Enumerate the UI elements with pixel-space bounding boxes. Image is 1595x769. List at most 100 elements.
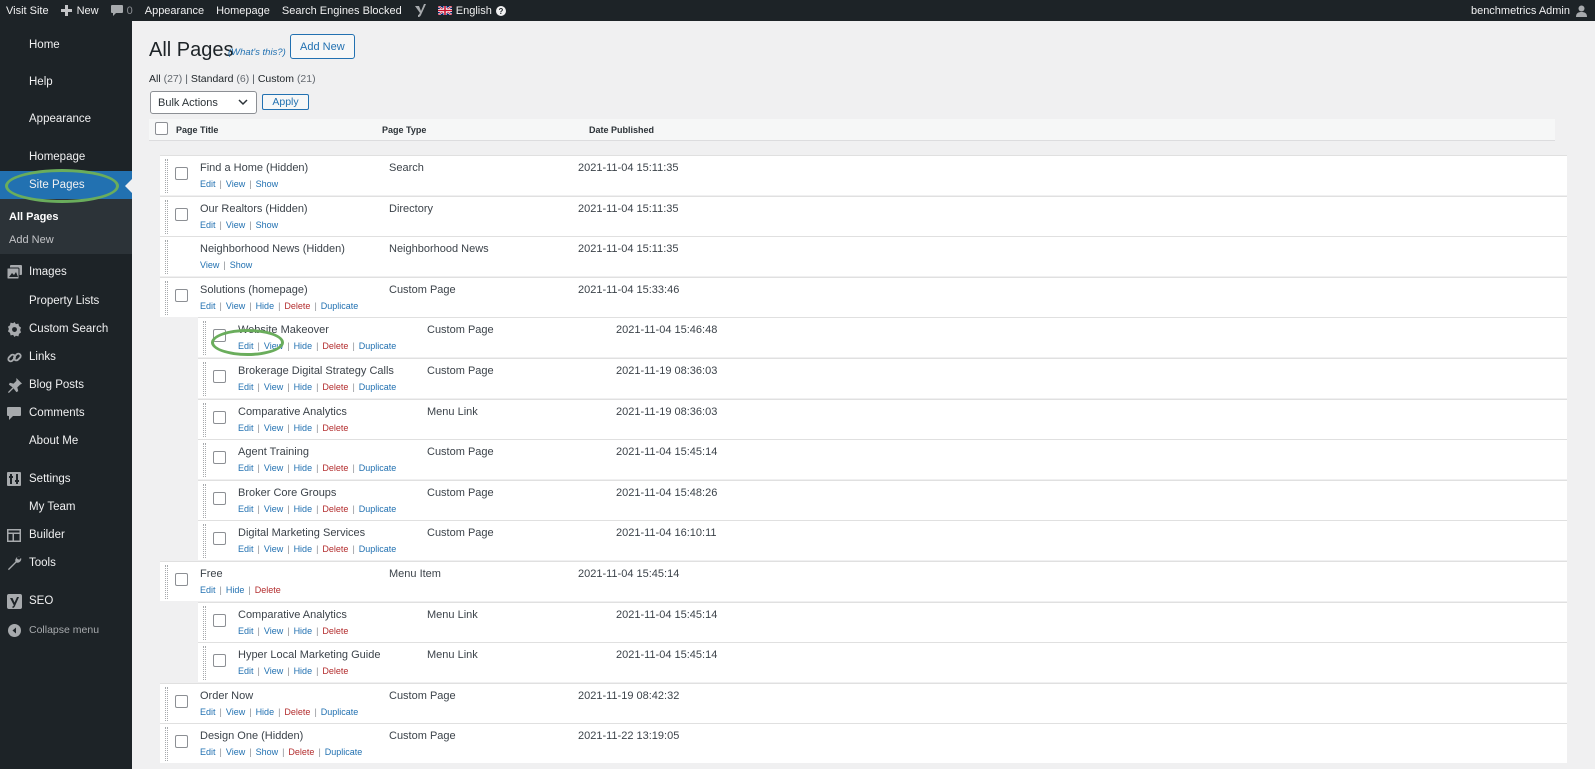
row-checkbox[interactable] (213, 370, 226, 383)
row-action-hide-link[interactable]: Hide (294, 666, 313, 676)
row-checkbox[interactable] (213, 451, 226, 465)
bulk-actions-select[interactable]: Bulk Actions (150, 91, 257, 114)
yoast-menu[interactable] (408, 0, 432, 21)
row-action-delete-link[interactable]: Delete (322, 666, 348, 676)
row-checkbox[interactable] (175, 694, 188, 708)
row-action-view-link[interactable]: View (226, 179, 245, 189)
row-action-duplicate-link[interactable]: Duplicate (359, 504, 397, 514)
row-action-edit-link[interactable]: Edit (200, 585, 216, 595)
row-action-show-link[interactable]: Show (256, 747, 279, 757)
homepage-link[interactable]: Homepage (210, 0, 276, 21)
row-checkbox[interactable] (175, 207, 188, 221)
row-checkbox[interactable] (213, 654, 226, 668)
menu-settings[interactable]: Settings (0, 465, 132, 493)
row-action-view-link[interactable]: View (264, 504, 283, 514)
row-action-view-link[interactable]: View (264, 544, 283, 554)
row-title[interactable]: Comparative Analytics (238, 609, 347, 621)
comments-link[interactable]: 0 (105, 0, 139, 21)
menu-blog-posts[interactable]: Blog Posts (0, 371, 132, 399)
row-action-delete-link[interactable]: Delete (322, 504, 348, 514)
row-action-edit-link[interactable]: Edit (200, 747, 216, 757)
drag-handle[interactable] (203, 524, 206, 559)
add-new-button[interactable]: Add New (290, 34, 355, 59)
drag-handle[interactable] (165, 727, 168, 762)
filter-custom[interactable]: Custom (258, 73, 294, 85)
row-action-edit-link[interactable]: Edit (238, 504, 254, 514)
row-action-edit-link[interactable]: Edit (238, 423, 254, 433)
row-action-view-link[interactable]: View (264, 666, 283, 676)
row-action-edit-link[interactable]: Edit (238, 666, 254, 676)
menu-links[interactable]: Links (0, 343, 132, 371)
column-page-type[interactable]: Page Type (382, 125, 426, 135)
filter-standard[interactable]: Standard (191, 73, 234, 85)
menu-homepage[interactable]: Homepage (0, 143, 132, 171)
row-action-hide-link[interactable]: Hide (294, 463, 313, 473)
row-action-delete-link[interactable]: Delete (322, 544, 348, 554)
row-title[interactable]: Digital Marketing Services (238, 527, 365, 539)
menu-help[interactable]: Help (0, 68, 132, 96)
drag-handle[interactable] (165, 565, 168, 599)
filter-all[interactable]: All (149, 73, 161, 85)
row-action-hide-link[interactable]: Hide (294, 544, 313, 554)
row-action-edit-link[interactable]: Edit (238, 463, 254, 473)
row-action-delete-link[interactable]: Delete (284, 301, 310, 311)
drag-handle[interactable] (165, 199, 168, 234)
menu-property-lists[interactable]: Property Lists (0, 287, 132, 315)
row-action-hide-link[interactable]: Hide (256, 707, 275, 717)
menu-my-team[interactable]: My Team (0, 493, 132, 521)
row-checkbox[interactable] (213, 532, 226, 546)
menu-tools[interactable]: Tools (0, 549, 132, 577)
row-action-edit-link[interactable]: Edit (200, 179, 216, 189)
row-action-view-link[interactable]: View (226, 707, 245, 717)
row-title[interactable]: Hyper Local Marketing Guide (238, 649, 380, 661)
row-title[interactable]: Broker Core Groups (238, 487, 336, 499)
row-action-duplicate-link[interactable]: Duplicate (359, 463, 397, 473)
row-action-delete-link[interactable]: Delete (322, 463, 348, 473)
drag-handle[interactable] (203, 443, 206, 478)
new-content-menu[interactable]: New (55, 0, 105, 21)
row-action-edit-link[interactable]: Edit (238, 544, 254, 554)
row-action-hide-link[interactable]: Hide (294, 382, 313, 392)
row-title[interactable]: Comparative Analytics (238, 406, 347, 418)
row-title[interactable]: Design One (Hidden) (200, 730, 303, 742)
row-action-view-link[interactable]: View (264, 341, 283, 351)
appearance-link[interactable]: Appearance (139, 0, 210, 21)
row-action-view-link[interactable]: View (264, 382, 283, 392)
menu-about-me[interactable]: About Me (0, 427, 132, 455)
apply-button[interactable]: Apply (262, 94, 309, 110)
row-checkbox[interactable] (175, 288, 188, 302)
select-all-checkbox[interactable] (155, 122, 168, 135)
row-action-duplicate-link[interactable]: Duplicate (359, 544, 397, 554)
row-checkbox[interactable] (175, 573, 188, 586)
menu-seo[interactable]: SEO (0, 587, 132, 615)
row-action-delete-link[interactable]: Delete (288, 747, 314, 757)
row-checkbox[interactable] (175, 735, 188, 749)
menu-site-pages[interactable]: Site Pages (0, 171, 132, 199)
drag-handle[interactable] (203, 605, 206, 640)
row-action-delete-link[interactable]: Delete (322, 626, 348, 636)
row-action-delete-link[interactable]: Delete (322, 423, 348, 433)
drag-handle[interactable] (203, 362, 206, 396)
submenu-all-pages[interactable]: All Pages (9, 211, 59, 223)
row-action-hide-link[interactable]: Hide (226, 585, 245, 595)
row-checkbox[interactable] (213, 613, 226, 627)
row-action-show-link[interactable]: Show (256, 220, 279, 230)
row-checkbox[interactable] (175, 167, 188, 180)
row-action-hide-link[interactable]: Hide (294, 504, 313, 514)
row-action-hide-link[interactable]: Hide (294, 626, 313, 636)
menu-images[interactable]: Images (0, 258, 132, 286)
whats-this-link[interactable]: (What's this?) (228, 47, 286, 58)
row-action-show-link[interactable]: Show (256, 179, 279, 189)
drag-handle[interactable] (203, 646, 206, 681)
menu-appearance[interactable]: Appearance (0, 105, 132, 133)
row-action-view-link[interactable]: View (264, 423, 283, 433)
row-action-delete-link[interactable]: Delete (322, 382, 348, 392)
drag-handle[interactable] (165, 280, 168, 315)
row-action-edit-link[interactable]: Edit (238, 382, 254, 392)
row-action-view-link[interactable]: View (264, 463, 283, 473)
row-checkbox[interactable] (213, 491, 226, 505)
search-engines-blocked-link[interactable]: Search Engines Blocked (276, 0, 408, 21)
drag-handle[interactable] (165, 159, 168, 193)
row-title[interactable]: Neighborhood News (Hidden) (200, 243, 345, 255)
submenu-add-new[interactable]: Add New (9, 234, 54, 246)
